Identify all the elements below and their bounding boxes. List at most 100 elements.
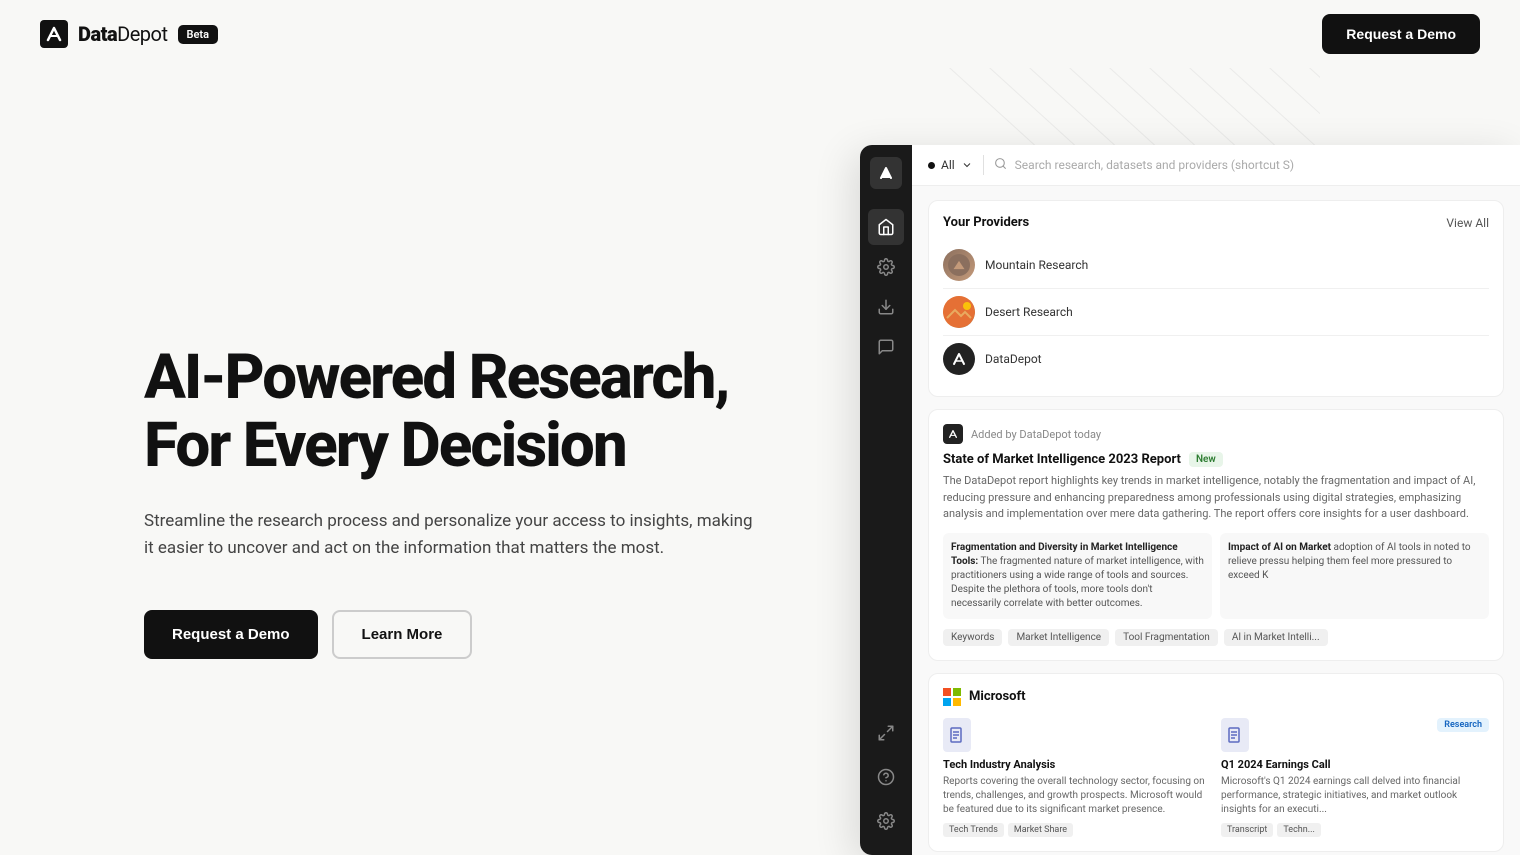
download-icon: [877, 298, 895, 316]
market-intelligence-card: Added by DataDepot today State of Market…: [928, 409, 1504, 661]
sidebar: [860, 145, 912, 855]
logo-text: DataDepot: [78, 22, 168, 46]
beta-badge: Beta: [178, 25, 219, 44]
sidebar-item-settings[interactable]: [868, 249, 904, 285]
sidebar-item-download[interactable]: [868, 289, 904, 325]
sidebar-logo-icon: [877, 164, 895, 182]
chevron-down-icon: [961, 159, 973, 171]
search-icon: [994, 157, 1007, 174]
tag-ai-market[interactable]: AI in Market Intelli...: [1224, 629, 1328, 646]
ms-header: Microsoft: [943, 688, 1489, 706]
sidebar-item-home[interactable]: [868, 209, 904, 245]
datadepot-icon-sm: [943, 424, 963, 444]
tag-keywords[interactable]: Keywords: [943, 629, 1002, 646]
gear-icon: [877, 812, 895, 830]
card-tags: Keywords Market Intelligence Tool Fragme…: [943, 629, 1489, 646]
sidebar-item-expand[interactable]: [868, 715, 904, 751]
sidebar-logo: [870, 157, 902, 189]
filter-label: All: [941, 158, 955, 172]
doc-icon-earnings: [1221, 718, 1249, 752]
doc-tags-earnings: Transcript Techn...: [1221, 823, 1489, 837]
insight-text-1: Fragmentation and Diversity in Market In…: [951, 541, 1204, 611]
help-icon: [877, 768, 895, 786]
home-icon: [877, 218, 895, 236]
search-svg: [994, 157, 1007, 170]
main-content: All Search research, datasets and provid…: [912, 145, 1520, 855]
doc-file-icon-2: [1228, 727, 1242, 743]
new-badge: New: [1189, 452, 1223, 467]
datadepot-small-icon: [950, 350, 968, 368]
market-card-desc: The DataDepot report highlights key tren…: [943, 473, 1489, 523]
card-top-label: Added by DataDepot today: [943, 424, 1489, 444]
view-all-link[interactable]: View All: [1446, 216, 1489, 230]
learn-more-button[interactable]: Learn More: [332, 610, 473, 659]
doc-item-earnings[interactable]: Research Q1 2024 Earnings Call Microsof: [1221, 718, 1489, 837]
research-badge-container: Research: [1437, 712, 1489, 731]
doc-icon-tech: [943, 718, 971, 752]
ms-name: Microsoft: [969, 689, 1026, 704]
ms-docs: Tech Industry Analysis Reports covering …: [943, 718, 1489, 837]
doc-tag-techn[interactable]: Techn...: [1277, 823, 1320, 837]
providers-title: Your Providers: [943, 215, 1029, 230]
card-insights: Fragmentation and Diversity in Market In…: [943, 533, 1489, 619]
filter-dot: [928, 162, 935, 169]
provider-avatar-desert: [943, 296, 975, 328]
microsoft-logo: [943, 688, 961, 706]
request-demo-hero-button[interactable]: Request a Demo: [144, 610, 318, 659]
topbar-divider: [983, 155, 984, 175]
desert-icon: [943, 296, 975, 328]
insight-text-2: Impact of AI on Market adoption of AI to…: [1228, 541, 1481, 583]
doc-tag-market-share[interactable]: Market Share: [1008, 823, 1073, 837]
provider-name-mountain: Mountain Research: [985, 258, 1088, 272]
tag-tool-fragmentation[interactable]: Tool Fragmentation: [1115, 629, 1218, 646]
sidebar-item-chat[interactable]: [868, 329, 904, 365]
research-badge: Research: [1437, 718, 1489, 732]
logo-area: DataDepot Beta: [40, 20, 218, 48]
added-label: Added by DataDepot today: [971, 428, 1101, 441]
mountain-icon: [948, 254, 970, 276]
doc-tag-transcript[interactable]: Transcript: [1221, 823, 1273, 837]
settings-icon: [877, 258, 895, 276]
request-demo-header-button[interactable]: Request a Demo: [1322, 14, 1480, 54]
hero-buttons: Request a Demo Learn More: [144, 610, 870, 659]
hero-subtitle: Streamline the research process and pers…: [144, 508, 764, 562]
filter-dropdown[interactable]: All: [928, 158, 973, 172]
doc-desc-earnings: Microsoft's Q1 2024 earnings call delved…: [1221, 775, 1489, 817]
microsoft-section: Microsoft Tech Industry Analysis: [928, 673, 1504, 852]
header: DataDepot Beta Request a Demo: [0, 0, 1520, 68]
datadepot-card-icon: [947, 428, 959, 440]
provider-avatar-mountain: [943, 249, 975, 281]
sidebar-item-help[interactable]: [868, 759, 904, 795]
provider-name-datadepot: DataDepot: [985, 352, 1042, 366]
scroll-area[interactable]: Your Providers View All Mountain Researc…: [912, 186, 1520, 855]
doc-tag-tech-trends[interactable]: Tech Trends: [943, 823, 1004, 837]
chat-icon: [877, 338, 895, 356]
search-bar[interactable]: Search research, datasets and providers …: [994, 157, 1504, 174]
expand-icon: [877, 724, 895, 742]
providers-header: Your Providers View All: [943, 215, 1489, 230]
doc-file-icon: [950, 727, 964, 743]
provider-item-desert[interactable]: Desert Research: [943, 289, 1489, 336]
sidebar-item-gear[interactable]: [868, 803, 904, 839]
provider-name-desert: Desert Research: [985, 305, 1073, 319]
provider-avatar-datadepot: [943, 343, 975, 375]
doc-item-tech-analysis[interactable]: Tech Industry Analysis Reports covering …: [943, 718, 1211, 837]
doc-title-earnings: Q1 2024 Earnings Call: [1221, 758, 1489, 771]
hero-title: AI-Powered Research, For Every Decision: [144, 344, 784, 480]
topbar: All Search research, datasets and provid…: [912, 145, 1520, 186]
tag-market-intelligence[interactable]: Market Intelligence: [1008, 629, 1109, 646]
providers-section: Your Providers View All Mountain Researc…: [928, 200, 1504, 397]
insight-item-1: Fragmentation and Diversity in Market In…: [943, 533, 1212, 619]
app-panel: All Search research, datasets and provid…: [860, 145, 1520, 855]
search-placeholder-text: Search research, datasets and providers …: [1015, 158, 1294, 172]
insight-item-2: Impact of AI on Market adoption of AI to…: [1220, 533, 1489, 619]
doc-desc-tech: Reports covering the overall technology …: [943, 775, 1211, 817]
sidebar-bottom: [868, 715, 904, 843]
doc-title-tech: Tech Industry Analysis: [943, 758, 1211, 771]
provider-item-datadepot[interactable]: DataDepot: [943, 336, 1489, 382]
market-card-title: State of Market Intelligence 2023 Report: [943, 452, 1181, 467]
logo-icon: [40, 20, 68, 48]
provider-item-mountain[interactable]: Mountain Research: [943, 242, 1489, 289]
hero-section: AI-Powered Research, For Every Decision …: [0, 68, 870, 855]
doc-tags-tech: Tech Trends Market Share: [943, 823, 1211, 837]
